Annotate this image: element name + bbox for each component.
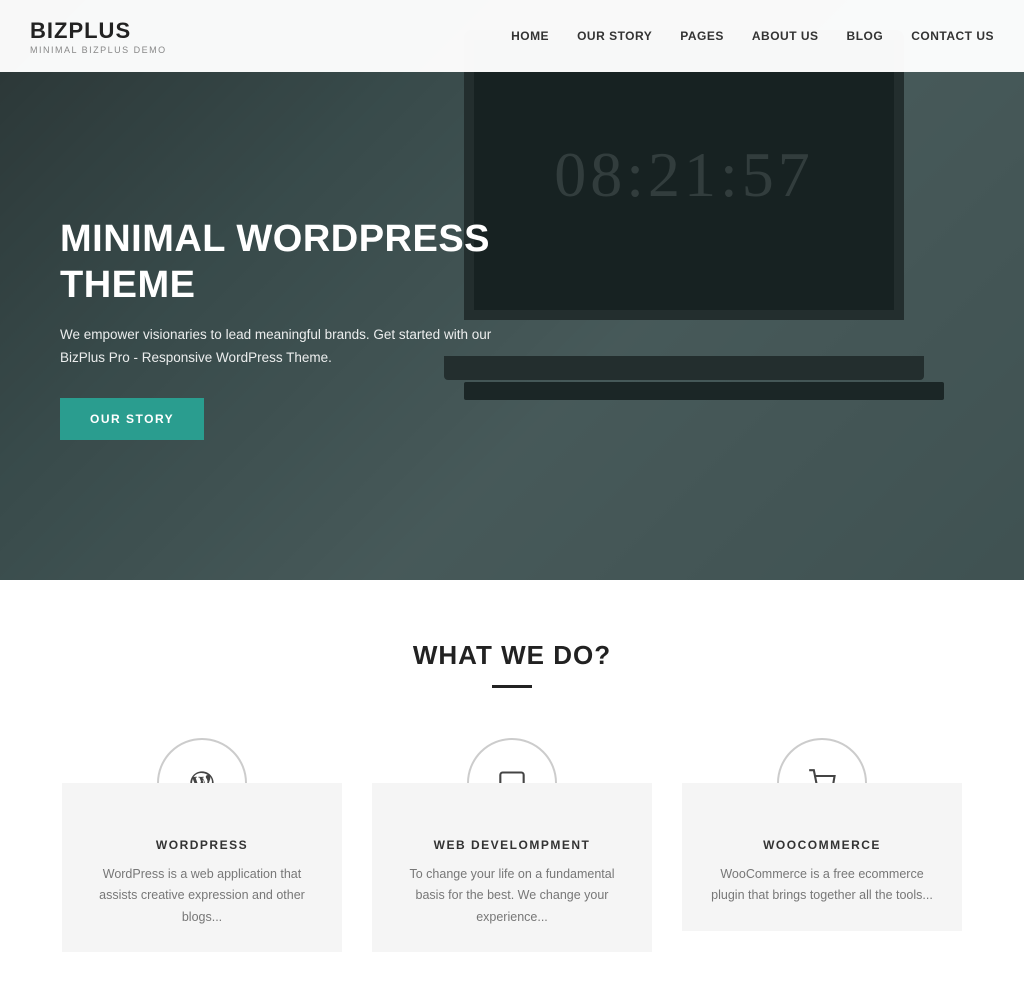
service-description: WordPress is a web application that assi… <box>86 864 318 928</box>
nav-item-contact-us[interactable]: CONTACT US <box>911 29 994 43</box>
service-name: WEB DEVELOMPMENT <box>396 838 628 852</box>
service-box: WEB DEVELOMPMENT To change your life on a… <box>372 783 652 952</box>
what-we-do-section: WHAT WE DO? WORDPRESS WordPress is a web … <box>0 580 1024 992</box>
nav-item-blog[interactable]: BLOG <box>847 29 884 43</box>
logo-subtitle: MINIMAL BIZPLUS DEMO <box>30 45 167 55</box>
nav-item-home[interactable]: HOME <box>511 29 549 43</box>
service-box: WOOCOMMERCE WooCommerce is a free ecommer… <box>682 783 962 931</box>
hero-cta-button[interactable]: OUR STORY <box>60 398 204 440</box>
service-card: WOOCOMMERCE WooCommerce is a free ecommer… <box>682 738 962 952</box>
section-divider <box>492 685 532 688</box>
service-description: WooCommerce is a free ecommerce plugin t… <box>706 864 938 907</box>
service-name: WOOCOMMERCE <box>706 838 938 852</box>
section-title: WHAT WE DO? <box>30 640 994 671</box>
hero-section: 08:21:57 MINIMAL WORDPRESS THEME We empo… <box>0 0 1024 580</box>
hero-description: We empower visionaries to lead meaningfu… <box>60 324 510 370</box>
service-name: WORDPRESS <box>86 838 318 852</box>
site-header: BIZPLUS MINIMAL BIZPLUS DEMO HOME OUR STO… <box>0 0 1024 72</box>
hero-content: MINIMAL WORDPRESS THEME We empower visio… <box>60 217 510 440</box>
nav-item-pages[interactable]: PAGES <box>680 29 724 43</box>
service-card: WORDPRESS WordPress is a web application … <box>62 738 342 952</box>
service-description: To change your life on a fundamental bas… <box>396 864 628 928</box>
services-grid: WORDPRESS WordPress is a web application … <box>32 738 992 952</box>
logo: BIZPLUS MINIMAL BIZPLUS DEMO <box>30 18 167 55</box>
main-nav: HOME OUR STORY PAGES ABOUT US BLOG CONTACT US <box>511 29 994 43</box>
service-card: WEB DEVELOMPMENT To change your life on a… <box>372 738 652 952</box>
nav-item-about-us[interactable]: ABOUT US <box>752 29 819 43</box>
service-box: WORDPRESS WordPress is a web application … <box>62 783 342 952</box>
nav-item-our-story[interactable]: OUR STORY <box>577 29 652 43</box>
hero-title: MINIMAL WORDPRESS THEME <box>60 217 510 308</box>
logo-title: BIZPLUS <box>30 18 167 44</box>
